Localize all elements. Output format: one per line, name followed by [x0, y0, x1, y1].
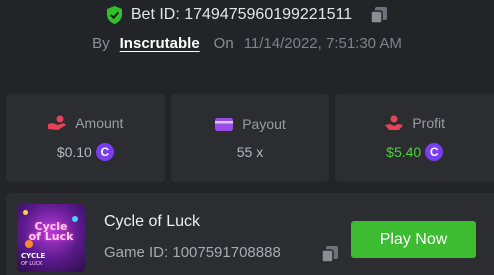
game-name[interactable]: Cycle of Luck — [104, 213, 200, 231]
payout-card: Payout 55 x — [170, 94, 330, 182]
author-row: By Inscrutable On 11/14/2022, 7:51:30 AM — [0, 32, 494, 54]
game-thumbnail[interactable]: Cycle of Luck CYCLE OF LUCK — [17, 204, 85, 272]
game-card: Cycle of Luck CYCLE OF LUCK Cycle of Luc… — [6, 193, 494, 275]
payout-value: 55 x — [236, 144, 264, 160]
bet-date: 11/14/2022, 7:51:30 AM — [243, 34, 402, 52]
bet-id-row: Bet ID: 1749475960199221511 — [0, 2, 494, 28]
author-link[interactable]: Inscrutable — [120, 35, 200, 52]
on-label: On — [213, 34, 234, 52]
payout-label: Payout — [242, 116, 286, 132]
hand-coin-icon — [48, 115, 67, 130]
amount-label: Amount — [75, 115, 124, 131]
profit-hand-icon — [385, 115, 404, 130]
by-label: By — [92, 34, 110, 52]
profit-label: Profit — [412, 115, 446, 131]
profit-value: $5.40 — [386, 144, 422, 160]
coin-icon: C — [425, 143, 444, 161]
sparkle-icon — [23, 210, 28, 215]
amount-card: Amount $0.10 C — [6, 94, 165, 182]
coin-icon: C — [95, 143, 114, 161]
wallet-icon — [215, 118, 234, 131]
play-now-button[interactable]: Play Now — [351, 221, 476, 258]
profit-card: Profit $5.40 C — [335, 94, 494, 182]
shield-check-icon — [106, 6, 122, 24]
amount-value: $0.10 — [56, 144, 92, 160]
thumbnail-caption: CYCLE — [21, 252, 46, 260]
thumbnail-caption-sub: OF LUCK — [21, 261, 43, 267]
game-id: Game ID: 1007591708888 — [104, 244, 281, 261]
bet-stats: Amount $0.10 C Payout 55 x Profit $5.40 … — [6, 94, 494, 182]
copy-icon[interactable] — [370, 6, 388, 24]
bet-id: Bet ID: 1749475960199221511 — [130, 6, 353, 23]
thumbnail-logo: Cycle of Luck — [28, 220, 74, 243]
copy-icon[interactable] — [321, 245, 339, 263]
